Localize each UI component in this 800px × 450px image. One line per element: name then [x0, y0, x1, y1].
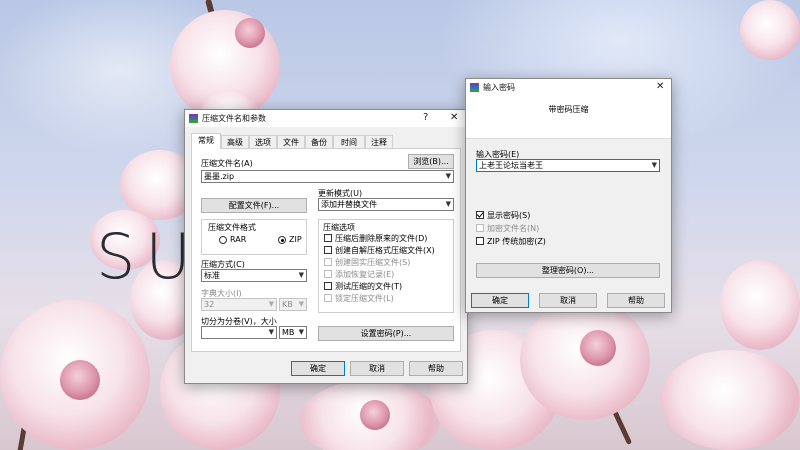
update-mode-value: 添加并替换文件 — [321, 200, 377, 209]
archive-name-label: 压缩文件名(A) — [201, 159, 253, 168]
browse-button[interactable]: 浏览(B)... — [408, 154, 454, 169]
encrypt-names-label: 加密文件名(N) — [487, 224, 540, 233]
password-dialog-titlebar[interactable]: 输入密码 ✕ — [466, 79, 671, 96]
archive-dialog-title: 压缩文件名和参数 — [202, 114, 266, 123]
cancel-button[interactable]: 取消 — [350, 361, 404, 376]
archive-name-combo[interactable]: 墨墨.zip ▼ — [201, 170, 454, 183]
password-value: 上老王论坛当老王 — [479, 161, 543, 170]
split-unit-value: MB — [282, 328, 295, 337]
option-checkbox[interactable] — [324, 234, 332, 242]
chevron-down-icon[interactable]: ▼ — [299, 327, 304, 338]
password-combo[interactable]: 上老王论坛当老王 ▼ — [476, 159, 660, 172]
help-icon[interactable]: ? — [423, 112, 428, 124]
option-lock: 锁定压缩文件(L) — [335, 294, 394, 303]
organize-passwords-button[interactable]: 整理密码(O)... — [476, 263, 660, 278]
password-ok-button[interactable]: 确定 — [471, 293, 529, 308]
option-checkbox — [324, 258, 332, 266]
set-password-button[interactable]: 设置密码(P)... — [318, 326, 454, 341]
tab-general[interactable]: 常规 — [191, 133, 221, 149]
format-rar-label[interactable]: RAR — [230, 235, 246, 244]
method-value: 标准 — [204, 271, 220, 280]
options-group: 压缩选项 压缩后删除原来的文件(D) 创建自解压格式压缩文件(X) 创建固实压缩… — [318, 219, 454, 313]
options-group-label: 压缩选项 — [323, 223, 355, 232]
tab-advanced[interactable]: 高级 — [221, 135, 249, 149]
chevron-down-icon[interactable]: ▼ — [652, 160, 657, 171]
split-unit-select[interactable]: MB ▼ — [279, 326, 307, 339]
tab-comment[interactable]: 注释 — [365, 135, 393, 149]
blossom — [580, 330, 616, 366]
chevron-down-icon[interactable]: ▼ — [446, 171, 451, 182]
show-password-checkbox[interactable] — [476, 211, 484, 219]
close-icon[interactable]: ✕ — [450, 112, 458, 124]
blossom — [235, 18, 265, 48]
encrypt-names-checkbox — [476, 224, 484, 232]
method-select[interactable]: 标准 ▼ — [201, 269, 307, 282]
password-header: 带密码压缩 — [548, 105, 589, 114]
chevron-down-icon[interactable]: ▼ — [299, 270, 304, 281]
password-help-button[interactable]: 帮助 — [607, 293, 665, 308]
option-solid: 创建固实压缩文件(S) — [335, 258, 411, 267]
format-group-label: 压缩文件格式 — [208, 223, 256, 232]
tab-backup[interactable]: 备份 — [305, 135, 333, 149]
option-checkbox — [324, 270, 332, 278]
dict-size-select: 32 ▼ — [201, 298, 277, 311]
format-group: 压缩文件格式 RAR ZIP — [201, 219, 307, 255]
chevron-down-icon: ▼ — [298, 300, 304, 308]
format-rar-radio[interactable] — [219, 236, 227, 244]
tab-time[interactable]: 时间 — [333, 135, 365, 149]
password-dialog: 输入密码 ✕ 带密码压缩 输入密码(E) 上老王论坛当老王 ▼ 显示密码(S) … — [465, 78, 672, 313]
option-recovery: 添加恢复记录(E) — [335, 270, 395, 279]
profiles-button[interactable]: 配置文件(F)... — [201, 198, 307, 213]
general-panel: 压缩文件名(A) 浏览(B)... 墨墨.zip ▼ 配置文件(F)... 更新… — [191, 148, 461, 352]
blossom — [660, 350, 800, 450]
password-dialog-title: 输入密码 — [483, 83, 515, 92]
dict-unit-value: KB — [282, 300, 293, 309]
format-zip-label[interactable]: ZIP — [289, 235, 302, 244]
zip-legacy-label[interactable]: ZIP 传统加密(Z) — [487, 236, 546, 247]
blossom — [720, 260, 800, 350]
winrar-icon — [470, 83, 479, 92]
option-sfx[interactable]: 创建自解压格式压缩文件(X) — [335, 245, 435, 256]
chevron-down-icon[interactable]: ▼ — [446, 199, 451, 210]
tab-files[interactable]: 文件 — [277, 135, 305, 149]
winrar-icon — [189, 114, 198, 123]
close-icon[interactable]: ✕ — [656, 81, 664, 93]
blossom — [360, 400, 390, 430]
ok-button[interactable]: 确定 — [291, 361, 345, 376]
option-checkbox[interactable] — [324, 246, 332, 254]
blossom — [60, 360, 100, 400]
chevron-down-icon[interactable]: ▼ — [269, 327, 274, 338]
password-header-band: 带密码压缩 — [466, 96, 671, 139]
archive-dialog-titlebar[interactable]: 压缩文件名和参数 ? ✕ — [185, 110, 467, 127]
update-mode-select[interactable]: 添加并替换文件 ▼ — [318, 198, 454, 211]
archive-dialog: 压缩文件名和参数 ? ✕ 常规 高级 选项 文件 备份 时间 注释 压缩文件名(… — [184, 109, 468, 384]
show-password-label[interactable]: 显示密码(S) — [487, 210, 530, 221]
option-test[interactable]: 测试压缩的文件(T) — [335, 281, 402, 292]
format-zip-radio[interactable] — [278, 236, 286, 244]
option-checkbox[interactable] — [324, 282, 332, 290]
split-size-combo[interactable]: ▼ — [201, 326, 277, 339]
help-button[interactable]: 帮助 — [409, 361, 463, 376]
dict-size-value: 32 — [204, 300, 215, 309]
zip-legacy-checkbox[interactable] — [476, 237, 484, 245]
blossom — [740, 0, 800, 60]
tab-options[interactable]: 选项 — [249, 135, 277, 149]
chevron-down-icon: ▼ — [268, 300, 274, 308]
dict-unit-select: KB ▼ — [279, 298, 307, 311]
option-checkbox — [324, 294, 332, 302]
option-delete-after[interactable]: 压缩后删除原来的文件(D) — [335, 233, 427, 244]
password-cancel-button[interactable]: 取消 — [539, 293, 597, 308]
archive-name-value: 墨墨.zip — [204, 172, 235, 181]
